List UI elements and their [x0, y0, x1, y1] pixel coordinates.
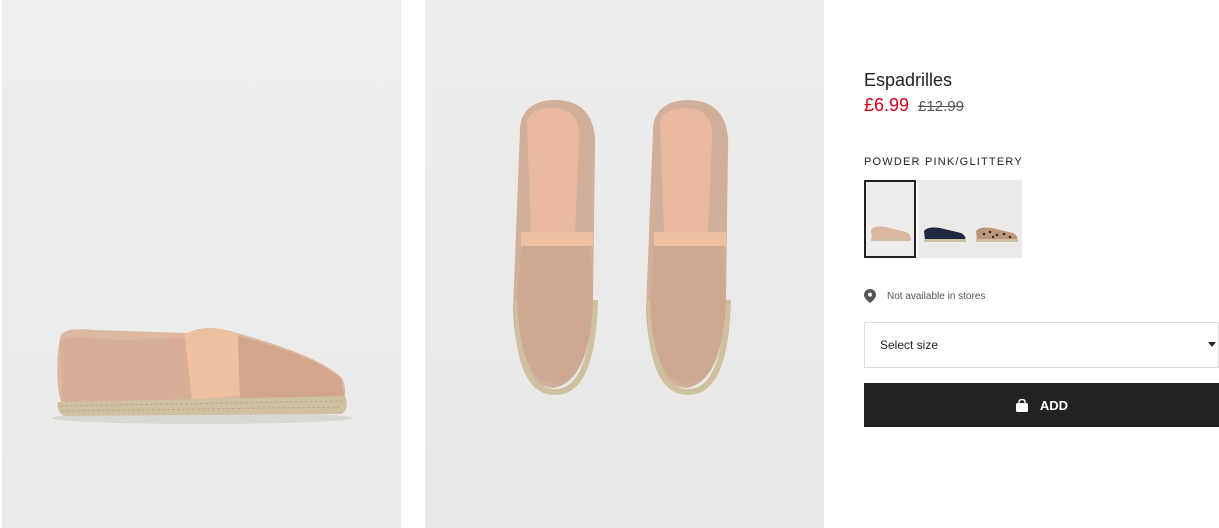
product-image-side-view[interactable]	[2, 0, 401, 528]
espadrille-side-illustration	[52, 328, 352, 424]
add-to-bag-button[interactable]: ADD	[864, 383, 1219, 427]
original-price: £12.99	[918, 98, 964, 115]
product-image-top-view[interactable]	[425, 0, 824, 528]
location-pin-icon	[864, 289, 876, 303]
color-name-label: POWDER PINK/GLITTERY	[864, 156, 1023, 168]
price-row: £6.99 £12.99	[864, 95, 964, 116]
swatch-thumbnail	[976, 227, 1018, 242]
shopping-bag-icon	[1015, 398, 1028, 412]
espadrilles-top-illustration	[513, 100, 731, 396]
product-title: Espadrilles	[864, 70, 953, 90]
caret-down-icon	[1208, 342, 1216, 347]
color-swatch-powder-pink[interactable]	[864, 180, 916, 258]
add-button-label: ADD	[1039, 397, 1069, 413]
color-swatch-dark-blue[interactable]	[918, 180, 970, 258]
size-select-dropdown[interactable]: Select size	[864, 322, 1219, 368]
sale-price: £6.99	[864, 95, 910, 115]
color-swatch-leopard[interactable]	[970, 180, 1022, 258]
availability-text: Not available in stores	[887, 290, 986, 302]
swatch-thumbnail	[924, 227, 966, 242]
swatch-thumbnail	[871, 226, 911, 241]
store-availability: Not available in stores	[864, 289, 985, 303]
size-select-label: Select size	[880, 338, 939, 352]
product-info-panel: Espadrilles £6.99 £12.99 POWDER PINK/GLI…	[864, 0, 1219, 528]
